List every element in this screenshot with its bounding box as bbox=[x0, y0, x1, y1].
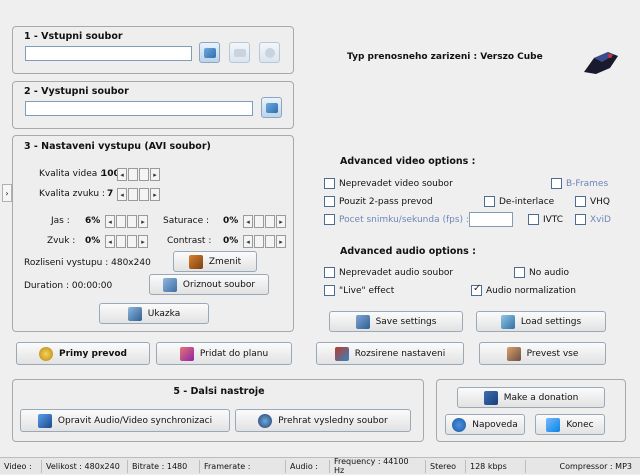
tools-icon bbox=[334, 346, 349, 361]
contrast-value: 0% bbox=[223, 236, 239, 246]
saturation-stepper[interactable]: ◂ ▸ bbox=[243, 215, 286, 228]
audio-options-title: Advanced audio options : bbox=[340, 246, 476, 257]
section2-title: 2 - Vystupni soubor bbox=[24, 86, 129, 97]
video-quality-label: Kvalita videa : bbox=[39, 169, 104, 179]
exit-button[interactable]: Konec bbox=[535, 414, 605, 435]
no-convert-video-checkbox[interactable]: Neprevadet video soubor bbox=[324, 178, 453, 189]
section1-title: 1 - Vstupni soubor bbox=[24, 31, 123, 42]
help-icon bbox=[452, 417, 467, 432]
brightness-label: Jas : bbox=[51, 216, 70, 226]
film-icon bbox=[233, 48, 246, 57]
status-frequency: Frequency : 44100 Hz bbox=[330, 457, 426, 475]
contrast-label: Contrast : bbox=[167, 236, 212, 246]
info-icon bbox=[264, 47, 275, 58]
app-actions-panel: Make a donation Napoveda Konec bbox=[436, 379, 626, 442]
picture-icon bbox=[188, 254, 203, 269]
brightness-value: 6% bbox=[85, 216, 101, 226]
convert-all-button[interactable]: Prevest vse bbox=[479, 342, 606, 365]
convert-icon bbox=[506, 346, 521, 361]
load-icon bbox=[500, 314, 515, 329]
output-file-field[interactable] bbox=[25, 101, 253, 116]
status-size: Velikost : 480x240 bbox=[42, 459, 128, 473]
home-icon bbox=[546, 417, 561, 432]
audio-quality-label: Kvalita zvuku : bbox=[39, 189, 105, 199]
status-audio: Audio : bbox=[286, 459, 330, 473]
xvid-checkbox[interactable]: XviD bbox=[575, 214, 611, 225]
play-icon bbox=[258, 413, 273, 428]
ivtc-checkbox[interactable]: IVTC bbox=[528, 214, 563, 225]
no-convert-audio-checkbox[interactable]: Neprevadet audio soubor bbox=[324, 267, 453, 278]
help-button[interactable]: Napoveda bbox=[445, 414, 525, 435]
volume-stepper[interactable]: ◂ ▸ bbox=[105, 235, 148, 248]
status-bitrate: Bitrate : 1480 bbox=[128, 459, 200, 473]
deinterlace-checkbox[interactable]: De-interlace bbox=[484, 196, 554, 207]
brightness-stepper[interactable]: ◂ ▸ bbox=[105, 215, 148, 228]
status-framerate: Framerate : bbox=[200, 459, 286, 473]
input-option-button-3[interactable] bbox=[259, 42, 280, 63]
browse-input-button[interactable] bbox=[199, 42, 220, 63]
add-queue-icon bbox=[179, 346, 194, 361]
contrast-stepper[interactable]: ◂ ▸ bbox=[243, 235, 286, 248]
add-to-queue-button[interactable]: Pridat do planu bbox=[156, 342, 292, 365]
preview-icon bbox=[127, 306, 142, 321]
save-settings-button[interactable]: Save settings bbox=[329, 311, 463, 332]
resolution-text: Rozliseni vystupu : 480x240 bbox=[24, 258, 151, 268]
volume-value: 0% bbox=[85, 236, 101, 246]
two-pass-checkbox[interactable]: Pouzit 2-pass prevod bbox=[324, 196, 433, 207]
play-result-button[interactable]: Prehrat vysledny soubor bbox=[235, 409, 411, 432]
save-icon bbox=[355, 314, 370, 329]
output-settings-panel: 3 - Nastaveni vystupu (AVI soubor) Kvali… bbox=[12, 135, 294, 332]
duration-text: Duration : 00:00:00 bbox=[24, 281, 113, 291]
vhq-checkbox[interactable]: VHQ bbox=[575, 196, 610, 207]
volume-label: Zvuk : bbox=[47, 236, 76, 246]
input-file-field[interactable] bbox=[25, 46, 192, 61]
section5-title: 5 - Dalsi nastroje bbox=[173, 386, 265, 397]
status-kbps: 128 kbps bbox=[466, 459, 526, 473]
browse-output-button[interactable] bbox=[261, 97, 282, 118]
output-file-panel: 2 - Vystupni soubor bbox=[12, 81, 294, 129]
change-resolution-button[interactable]: Zmenit bbox=[173, 251, 257, 272]
status-bar: Video : Velikost : 480x240 Bitrate : 148… bbox=[0, 457, 640, 475]
direct-convert-button[interactable]: Primy prevod bbox=[16, 342, 150, 365]
device-type-text: Typ prenosneho zarizeni : Verszo Cube bbox=[347, 52, 543, 62]
fps-input[interactable] bbox=[469, 212, 513, 227]
trim-file-button[interactable]: Oriznout soubor bbox=[149, 274, 269, 295]
advanced-settings-button[interactable]: Rozsirene nastaveni bbox=[316, 342, 464, 365]
status-compressor: Compressor : MP3 bbox=[559, 461, 632, 471]
folder-icon bbox=[265, 102, 278, 113]
tools-panel: 5 - Dalsi nastroje Opravit Audio/Video s… bbox=[12, 379, 424, 442]
audio-normalization-checkbox[interactable]: Audio normalization bbox=[471, 283, 576, 296]
status-stereo: Stereo bbox=[426, 459, 466, 473]
load-settings-button[interactable]: Load settings bbox=[476, 311, 606, 332]
saturation-label: Saturace : bbox=[163, 216, 210, 226]
audio-quality-value: 7 bbox=[107, 189, 114, 199]
fps-checkbox[interactable]: Pocet snimku/sekunda (fps) : bbox=[324, 214, 469, 225]
no-audio-checkbox[interactable]: No audio bbox=[514, 267, 569, 278]
video-options-title: Advanced video options : bbox=[340, 156, 476, 167]
status-video: Video : bbox=[0, 459, 42, 473]
bframes-checkbox[interactable]: B-Frames bbox=[551, 178, 608, 189]
video-quality-stepper[interactable]: ◂ ▸ bbox=[117, 168, 160, 181]
donation-icon bbox=[483, 390, 498, 405]
fix-av-sync-button[interactable]: Opravit Audio/Video synchronizaci bbox=[20, 409, 230, 432]
gear-icon bbox=[39, 346, 53, 361]
audio-quality-stepper[interactable]: ◂ ▸ bbox=[117, 188, 160, 201]
input-option-button-2[interactable] bbox=[229, 42, 250, 63]
donation-button[interactable]: Make a donation bbox=[457, 387, 605, 408]
input-file-panel: 1 - Vstupni soubor bbox=[12, 26, 294, 74]
saturation-value: 0% bbox=[223, 216, 239, 226]
device-logo-icon bbox=[580, 46, 622, 78]
folder-icon bbox=[203, 47, 216, 58]
preview-button[interactable]: Ukazka bbox=[99, 303, 209, 324]
expand-arrow-icon[interactable]: › bbox=[2, 184, 12, 202]
sync-icon bbox=[37, 413, 52, 428]
section3-title: 3 - Nastaveni vystupu (AVI soubor) bbox=[24, 141, 211, 152]
scissors-icon bbox=[162, 277, 177, 292]
live-effect-checkbox[interactable]: "Live" effect bbox=[324, 285, 394, 296]
